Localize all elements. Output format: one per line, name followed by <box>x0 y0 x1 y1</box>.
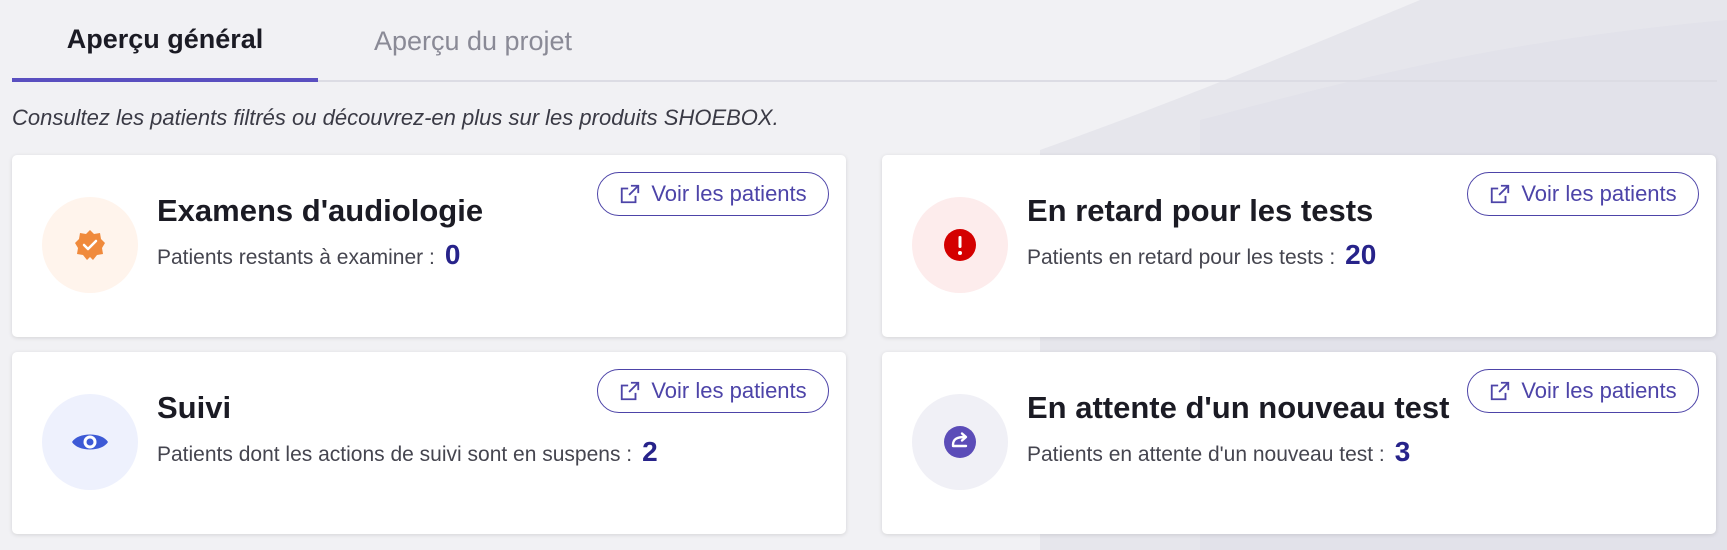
view-patients-button[interactable]: Voir les patients <box>1467 369 1699 413</box>
tab-overview-general[interactable]: Aperçu général <box>12 0 318 82</box>
card-title: Suivi <box>157 390 232 425</box>
external-link-icon <box>621 381 640 401</box>
card-stat-label: Patients restants à examiner : <box>157 246 435 269</box>
card-stat-value: 3 <box>1394 436 1411 467</box>
card-icon-container <box>912 197 1008 293</box>
card-stat-label: Patients en attente d'un nouveau test : <box>1027 443 1385 466</box>
card-follow-up: Suivi Patients dont les actions de suivi… <box>12 352 846 534</box>
card-title: En attente d'un nouveau test <box>1027 390 1450 425</box>
page-subtitle: Consultez les patients filtrés ou découv… <box>12 105 779 130</box>
tab-project-overview[interactable]: Aperçu du projet <box>318 0 628 82</box>
view-patients-label: Voir les patients <box>651 181 807 206</box>
card-stat: Patients dont les actions de suivi sont … <box>157 436 658 468</box>
redo-icon <box>944 426 976 458</box>
card-title: En retard pour les tests <box>1027 193 1374 228</box>
eye-icon <box>72 434 108 450</box>
card-stat-value: 0 <box>444 239 461 270</box>
external-link-icon <box>1491 381 1510 401</box>
card-audiology-exams: Examens d'audiologie Patients restants à… <box>12 155 846 337</box>
overview-page: Aperçu général Aperçu du projet Consulte… <box>0 0 1727 550</box>
card-stat-label: Patients dont les actions de suivi sont … <box>157 443 633 466</box>
external-link-icon <box>1491 184 1510 204</box>
card-stat-value: 2 <box>642 436 658 467</box>
card-stat-value: 20 <box>1345 239 1377 270</box>
alert-icon <box>944 229 976 261</box>
card-icon-container <box>912 394 1008 490</box>
card-overdue-tests: En retard pour les tests Patients en ret… <box>882 155 1716 337</box>
view-patients-button[interactable]: Voir les patients <box>597 369 829 413</box>
view-patients-label: Voir les patients <box>651 378 807 403</box>
view-patients-button[interactable]: Voir les patients <box>597 172 829 216</box>
card-stat: Patients restants à examiner : 0 <box>157 239 460 271</box>
tab-bar: Aperçu général Aperçu du projet <box>12 0 1717 82</box>
card-stat: Patients en attente d'un nouveau test : … <box>1027 436 1410 468</box>
view-patients-label: Voir les patients <box>1521 378 1677 403</box>
card-stat: Patients en retard pour les tests : 20 <box>1027 239 1376 271</box>
card-awaiting-new-test: En attente d'un nouveau test Patients en… <box>882 352 1716 534</box>
card-stat-label: Patients en retard pour les tests : <box>1027 246 1336 269</box>
card-icon-container <box>42 394 138 490</box>
view-patients-button[interactable]: Voir les patients <box>1467 172 1699 216</box>
card-icon-container <box>42 197 138 293</box>
view-patients-label: Voir les patients <box>1521 181 1677 206</box>
verified-badge-icon <box>75 230 105 260</box>
external-link-icon <box>621 184 640 204</box>
card-title: Examens d'audiologie <box>157 193 484 228</box>
